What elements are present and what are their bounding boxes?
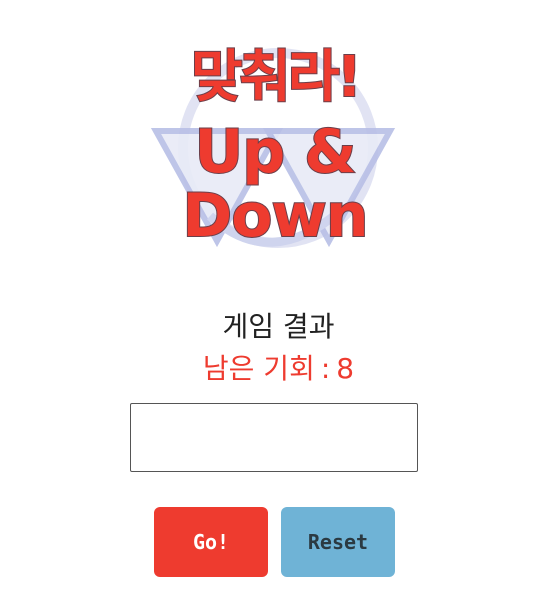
remaining-chances: 남은 기회:8	[0, 347, 557, 387]
logo-title-line-2: Up &	[194, 117, 358, 187]
game-logo: 맞춰라! Up & Down	[150, 36, 400, 266]
chances-label: 남은 기회	[202, 352, 315, 385]
reset-button[interactable]: Reset	[281, 507, 395, 577]
logo-title-line-3: Down	[181, 181, 369, 251]
chances-separator: :	[320, 352, 331, 385]
chances-count: 8	[336, 352, 355, 385]
go-button[interactable]: Go!	[154, 507, 268, 577]
result-title: 게임 결과	[222, 310, 335, 343]
guess-input[interactable]	[130, 403, 418, 472]
logo-title-line-1: 맞춰라!	[190, 45, 363, 110]
